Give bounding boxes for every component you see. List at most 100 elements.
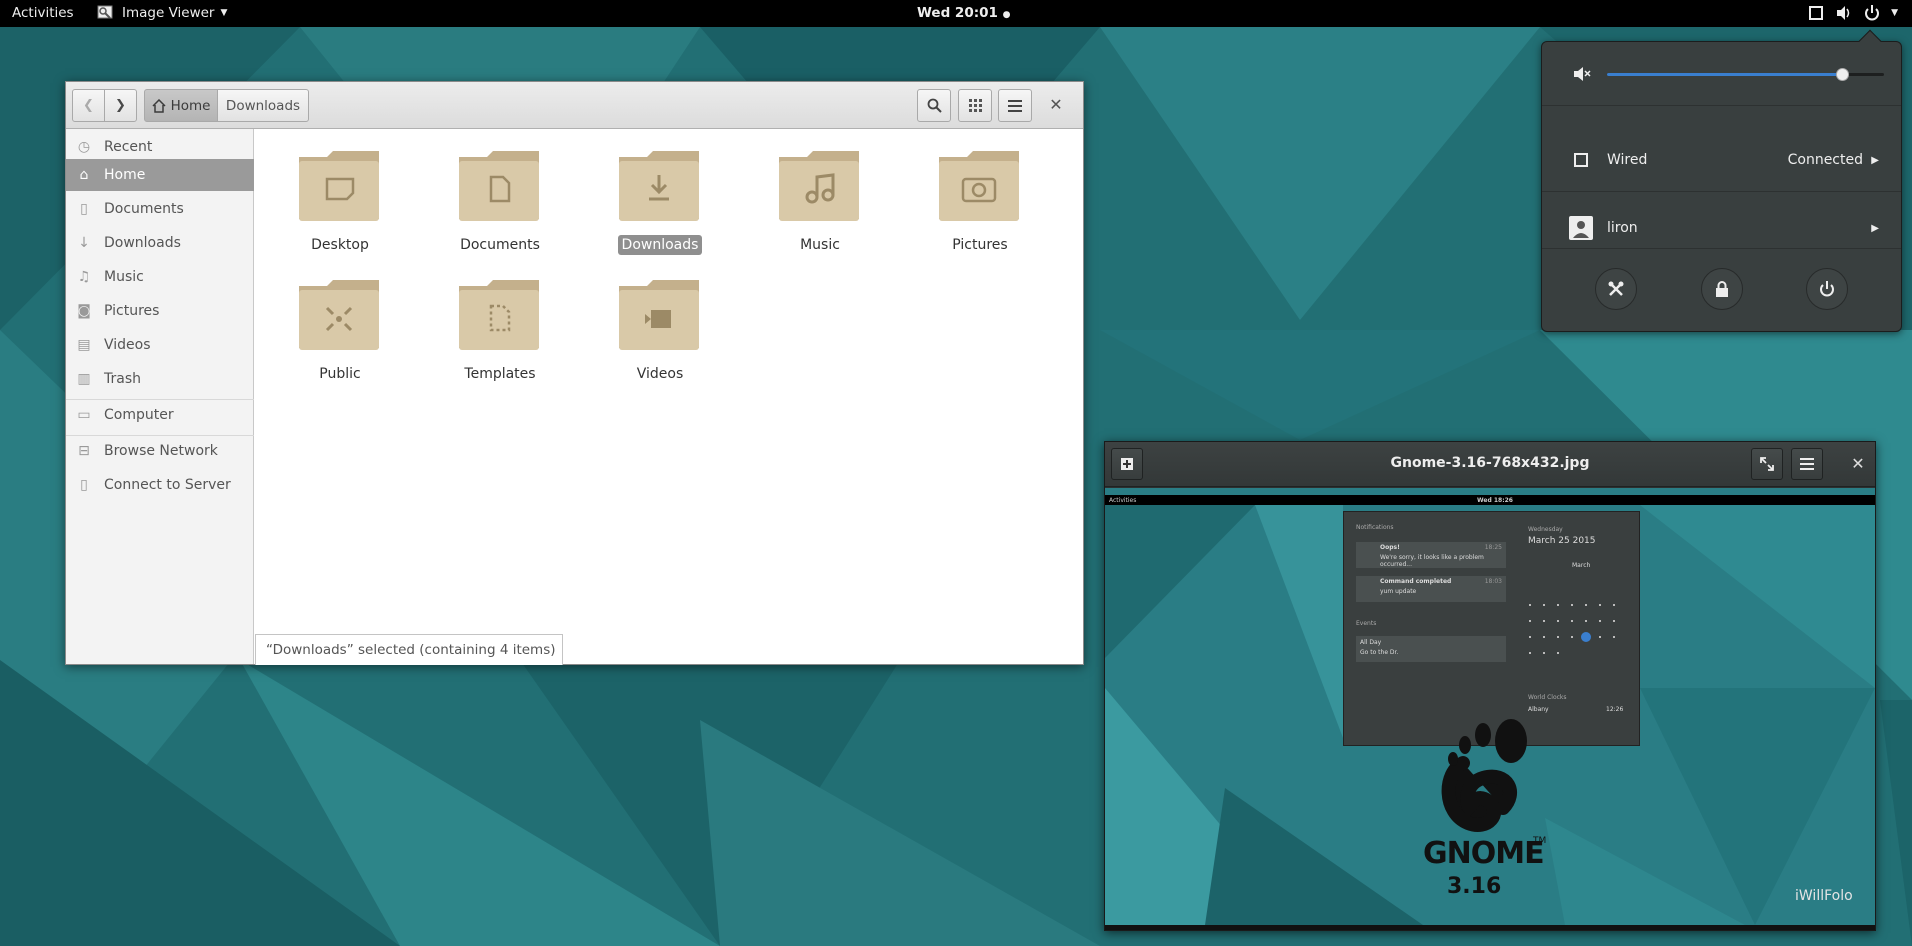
- folder-item-pictures[interactable]: Pictures: [915, 137, 1035, 257]
- lock-button[interactable]: [1701, 268, 1743, 310]
- settings-button[interactable]: [1595, 268, 1637, 310]
- trash-icon: ▥: [77, 371, 91, 387]
- app-menu-button[interactable]: Image Viewer ▼: [96, 4, 227, 22]
- power-off-button[interactable]: [1806, 268, 1848, 310]
- folder-item-desktop[interactable]: Desktop: [275, 137, 395, 257]
- wired-status: Connected: [1787, 152, 1863, 168]
- power-icon: [1865, 5, 1880, 21]
- volume-slider[interactable]: [1607, 68, 1884, 81]
- forward-button[interactable]: ❯: [104, 89, 137, 122]
- folder-item-public[interactable]: Public: [275, 266, 395, 386]
- viewer-menu-button[interactable]: [1791, 448, 1823, 480]
- sidebar-item-computer[interactable]: ▭ Computer: [66, 399, 254, 431]
- sidebar-item-connect-server[interactable]: ▯ Connect to Server: [66, 469, 254, 501]
- image-mini-topbar: Activities Wed 18:26: [1105, 495, 1875, 505]
- back-button[interactable]: ❮: [72, 89, 105, 122]
- folder-desktop-icon: [299, 151, 379, 221]
- status-floating-bar: “Downloads” selected (containing 4 items…: [255, 634, 563, 665]
- wired-label: Wired: [1607, 152, 1648, 168]
- displayed-image[interactable]: Activities Wed 18:26 Notifications Oops!…: [1105, 488, 1875, 925]
- view-mode-button[interactable]: [958, 89, 992, 122]
- sidebar-item-videos[interactable]: ▤ Videos: [66, 329, 254, 361]
- image-mini-clock: Wed 18:26: [1477, 496, 1513, 504]
- gnome-foot-logo: [1441, 719, 1527, 832]
- sidebar-item-documents[interactable]: ▯ Documents: [66, 193, 254, 225]
- image-event: All Day Go to the Dr.: [1356, 636, 1506, 662]
- power-icon: [1820, 281, 1834, 297]
- sidebar-item-music[interactable]: ♫ Music: [66, 261, 254, 293]
- files-headerbar: ❮ ❯ Home Downloads ✕: [66, 82, 1083, 129]
- sidebar-item-pictures[interactable]: ◙ Pictures: [66, 295, 254, 327]
- menu-separator: [1542, 105, 1901, 106]
- folder-item-documents[interactable]: Documents: [435, 137, 555, 257]
- drive-icon: ▭: [77, 407, 91, 423]
- sidebar-item-downloads[interactable]: ↓ Downloads: [66, 227, 254, 259]
- image-notif1-title: Oops!: [1380, 544, 1400, 551]
- activities-button[interactable]: Activities: [12, 5, 74, 21]
- sidebar-item-label: Computer: [104, 407, 174, 423]
- folder-item-downloads[interactable]: Downloads: [595, 137, 715, 257]
- folder-label: Downloads: [617, 235, 703, 255]
- folder-item-templates[interactable]: Templates: [435, 266, 555, 386]
- search-icon: [927, 98, 942, 113]
- sidebar-item-home[interactable]: ⌂ Home: [66, 159, 254, 191]
- image-viewer-window: Gnome-3.16-768x432.jpg ✕ Activities Wed …: [1104, 441, 1876, 931]
- image-calendar-grid: [1529, 604, 1615, 654]
- sidebar-item-label: Connect to Server: [104, 477, 231, 493]
- volume-slider-handle[interactable]: [1836, 68, 1850, 81]
- files-window: ❮ ❯ Home Downloads ✕ ◷ Recent ⌂ Home ▯ D…: [65, 81, 1084, 665]
- folder-item-videos[interactable]: Videos: [595, 266, 715, 386]
- volume-muted-icon[interactable]: [1572, 64, 1592, 84]
- search-button[interactable]: [917, 89, 951, 122]
- menu-button[interactable]: [998, 89, 1032, 122]
- close-icon: ✕: [1851, 454, 1865, 473]
- image-notification-2: Command completed yum update 18:03: [1356, 576, 1506, 602]
- volume-slider-fill: [1607, 73, 1843, 76]
- image-notif2-body: yum update: [1380, 588, 1417, 595]
- user-item[interactable]: liron ▶: [1542, 208, 1901, 248]
- sidebar-item-trash[interactable]: ▥ Trash: [66, 363, 254, 395]
- folder-documents-icon: [459, 151, 539, 221]
- image-mini-activities: Activities: [1109, 496, 1137, 504]
- image-notif2-time: 18:03: [1484, 578, 1502, 585]
- status-text: “Downloads” selected (containing 4 items…: [266, 642, 556, 658]
- folder-label: Templates: [464, 366, 536, 382]
- image-city-time: 12:26: [1606, 706, 1624, 713]
- sidebar-item-label: Documents: [104, 201, 184, 217]
- sidebar-item-label: Videos: [104, 337, 151, 353]
- close-button[interactable]: ✕: [1046, 95, 1066, 115]
- places-sidebar: ◷ Recent ⌂ Home ▯ Documents ↓ Downloads …: [66, 129, 254, 664]
- home-icon: ⌂: [79, 167, 89, 183]
- image-event-what: Go to the Dr.: [1360, 649, 1399, 656]
- folder-label: Videos: [636, 366, 684, 382]
- user-name: liron: [1607, 220, 1638, 236]
- folder-music-icon: [779, 151, 859, 221]
- folder-label: Documents: [460, 237, 540, 253]
- clock-button[interactable]: Wed 20:01 ●: [917, 5, 1010, 21]
- hamburger-icon: [1800, 458, 1814, 470]
- viewer-close-button[interactable]: ✕: [1848, 454, 1868, 474]
- lock-icon: [1716, 281, 1728, 297]
- breadcrumb-current[interactable]: Downloads: [217, 89, 309, 122]
- folder-item-music[interactable]: Music: [755, 137, 875, 257]
- viewer-bottom-edge: [1105, 925, 1875, 930]
- home-icon: [152, 98, 166, 113]
- sidebar-item-browse-network[interactable]: ⊟ Browse Network: [66, 435, 254, 467]
- film-icon: ▤: [77, 337, 91, 353]
- folder-downloads-icon: [619, 151, 699, 221]
- sidebar-item-label: Recent: [104, 139, 153, 155]
- app-menu-label: Image Viewer: [122, 5, 215, 21]
- fullscreen-button[interactable]: [1751, 448, 1783, 480]
- folder-grid: Desktop Documents Downloads Music Pictur…: [255, 129, 1083, 664]
- chevron-down-icon: ▼: [220, 8, 228, 18]
- folder-public-icon: [299, 280, 379, 350]
- image-month: March: [1572, 562, 1591, 569]
- wired-network-item[interactable]: Wired Connected ▶: [1542, 140, 1901, 180]
- close-icon: ✕: [1049, 95, 1063, 114]
- top-bar: Activities Image Viewer ▼ Wed 20:01 ● ▼: [0, 0, 1912, 27]
- system-indicators[interactable]: ▼: [1807, 4, 1898, 22]
- breadcrumb-home[interactable]: Home: [144, 89, 218, 122]
- menu-separator: [1542, 191, 1901, 192]
- avatar: [1569, 216, 1593, 240]
- gnome-version: 3.16: [1447, 874, 1502, 899]
